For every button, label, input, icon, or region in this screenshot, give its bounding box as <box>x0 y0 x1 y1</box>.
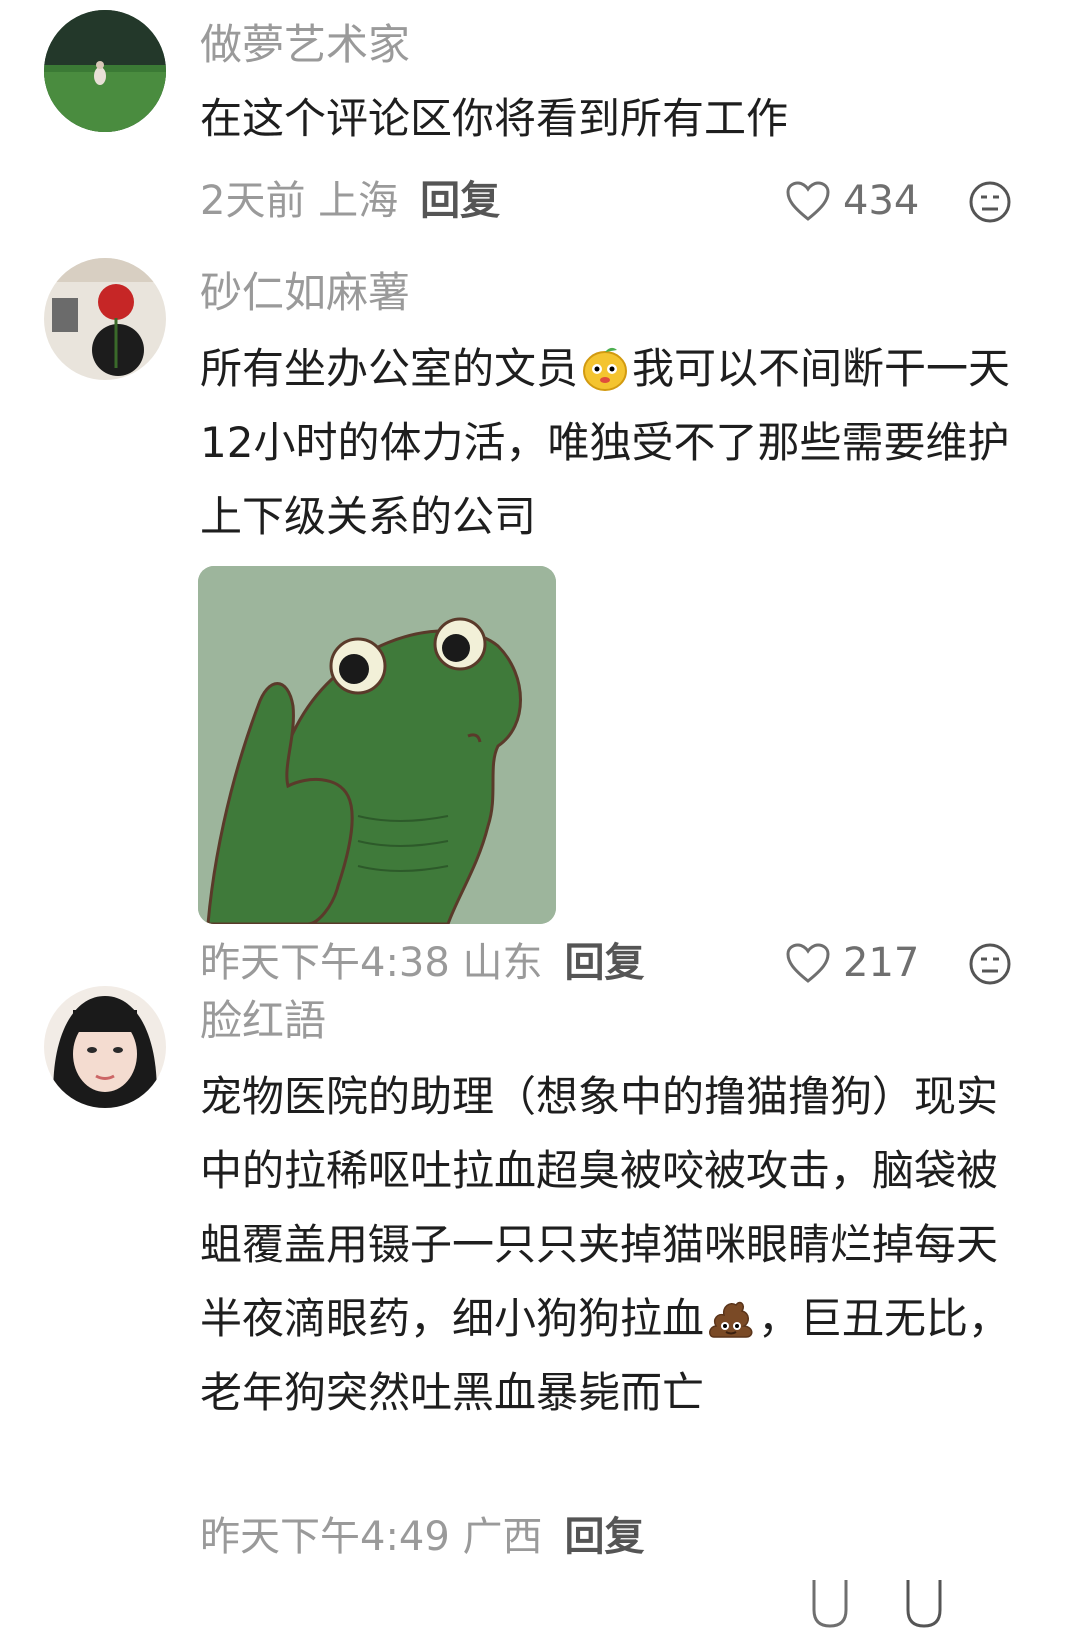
avatar[interactable] <box>44 258 166 380</box>
heart-outline-icon <box>786 943 830 983</box>
reply-button[interactable]: 回复 <box>565 1514 645 1560</box>
avatar[interactable] <box>44 10 166 132</box>
comment-text: 所有坐办公室的文员 我可以不间断干一天12小时的体力活，唯独受不了那些需要维护上… <box>200 332 1030 554</box>
time-location: 昨天下午4:38 山东 <box>200 940 543 986</box>
comment-text: 在这个评论区你将看到所有工作 <box>200 94 789 143</box>
like-button[interactable]: 217 <box>785 938 919 988</box>
comment-text: 宠物医院的助理（想象中的撸猫撸狗）现实中的拉稀呕吐拉血超臭被咬被攻击，脑袋被蛆覆… <box>200 1060 1030 1430</box>
comment-meta: 昨天下午4:49 广西 回复 <box>200 1512 645 1562</box>
neutral-face-icon[interactable] <box>968 180 1012 224</box>
cute-orange-face-emoji <box>583 347 628 391</box>
comment-meta: 昨天下午4:38 山东 回复 <box>200 938 645 988</box>
neutral-face-icon[interactable] <box>904 1580 944 1630</box>
like-button[interactable]: 434 <box>785 176 919 226</box>
heart-outline-icon[interactable] <box>810 1580 850 1630</box>
comment-meta: 2天前 上海 回复 <box>200 176 500 226</box>
like-count: 434 <box>843 178 920 224</box>
reply-button[interactable]: 回复 <box>565 940 645 986</box>
time-location: 2天前 上海 <box>200 178 399 224</box>
heart-outline-icon <box>786 181 830 221</box>
avatar[interactable] <box>44 986 166 1108</box>
text-segment: 所有坐办公室的文员 <box>200 344 579 393</box>
username[interactable]: 砂仁如麻薯 <box>200 268 410 318</box>
username[interactable]: 做夢艺术家 <box>200 20 410 70</box>
time-location: 昨天下午4:49 广西 <box>200 1514 543 1560</box>
poop-emoji <box>709 1301 753 1338</box>
username[interactable]: 脸红語 <box>200 996 326 1046</box>
like-count: 217 <box>843 940 920 986</box>
reply-button[interactable]: 回复 <box>420 178 500 224</box>
frog-meme-image[interactable] <box>198 566 556 924</box>
neutral-face-icon[interactable] <box>968 942 1012 986</box>
partially-visible-actions <box>810 1580 944 1630</box>
